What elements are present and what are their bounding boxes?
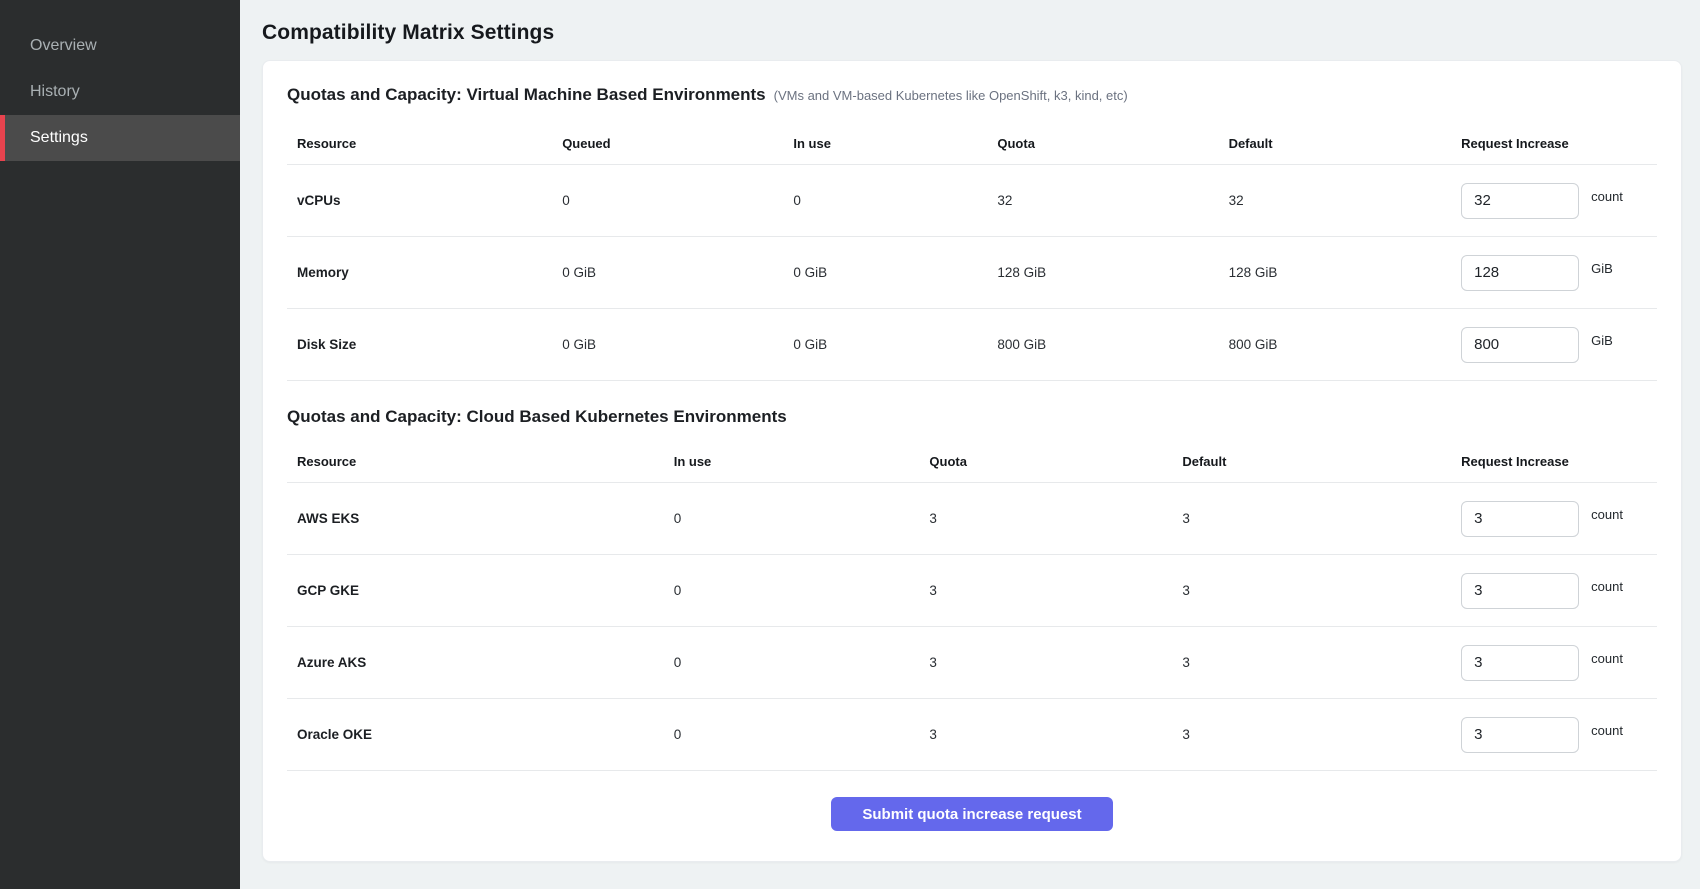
request-increase-cell: GiB	[1461, 255, 1657, 291]
column-header: Resource	[297, 136, 562, 151]
vm-section-header: Quotas and Capacity: Virtual Machine Bas…	[287, 85, 1657, 105]
default-value: 3	[1182, 655, 1461, 670]
in-use-value: 0 GiB	[793, 265, 997, 280]
request-increase-input[interactable]	[1461, 573, 1579, 609]
vm-section-subtitle: (VMs and VM-based Kubernetes like OpenSh…	[774, 88, 1128, 103]
column-header: In use	[674, 454, 930, 469]
table-header-row: ResourceIn useQuotaDefaultRequest Increa…	[287, 441, 1657, 483]
table-row: Azure AKS033count	[287, 627, 1657, 699]
default-value: 3	[1182, 727, 1461, 742]
table-row: AWS EKS033count	[287, 483, 1657, 555]
quota-value: 3	[929, 511, 1182, 526]
request-increase-input[interactable]	[1461, 327, 1579, 363]
cloud-quota-table: ResourceIn useQuotaDefaultRequest Increa…	[287, 441, 1657, 771]
unit-label: count	[1591, 651, 1623, 666]
request-increase-cell: count	[1461, 573, 1657, 609]
default-value: 3	[1182, 583, 1461, 598]
queued-value: 0	[562, 193, 793, 208]
resource-name: vCPUs	[297, 193, 562, 208]
resource-name: Disk Size	[297, 337, 562, 352]
sidebar-item-label: Overview	[30, 37, 97, 55]
request-increase-input[interactable]	[1461, 645, 1579, 681]
queued-value: 0 GiB	[562, 337, 793, 352]
submit-quota-increase-button[interactable]: Submit quota increase request	[831, 797, 1113, 831]
table-row: Memory0 GiB0 GiB128 GiB128 GiBGiB	[287, 237, 1657, 309]
in-use-value: 0 GiB	[793, 337, 997, 352]
column-header: Resource	[297, 454, 674, 469]
table-header-row: ResourceQueuedIn useQuotaDefaultRequest …	[287, 123, 1657, 165]
request-increase-input[interactable]	[1461, 255, 1579, 291]
request-increase-cell: count	[1461, 717, 1657, 753]
table-row: Disk Size0 GiB0 GiB800 GiB800 GiBGiB	[287, 309, 1657, 381]
sidebar-item-history[interactable]: History	[0, 69, 240, 115]
table-row: Oracle OKE033count	[287, 699, 1657, 771]
in-use-value: 0	[674, 583, 930, 598]
default-value: 128 GiB	[1229, 265, 1462, 280]
quota-value: 3	[929, 727, 1182, 742]
main-content: Compatibility Matrix Settings Quotas and…	[240, 0, 1700, 889]
request-increase-input[interactable]	[1461, 717, 1579, 753]
unit-label: count	[1591, 189, 1623, 204]
sidebar-item-settings[interactable]: Settings	[0, 115, 240, 161]
sidebar-item-label: History	[30, 83, 80, 101]
sidebar: Overview History Settings	[0, 0, 240, 889]
unit-label: GiB	[1591, 333, 1613, 348]
request-increase-cell: count	[1461, 645, 1657, 681]
in-use-value: 0	[793, 193, 997, 208]
quota-value: 32	[997, 193, 1228, 208]
request-increase-cell: GiB	[1461, 327, 1657, 363]
page-title: Compatibility Matrix Settings	[262, 21, 1682, 45]
queued-value: 0 GiB	[562, 265, 793, 280]
resource-name: GCP GKE	[297, 583, 674, 598]
quota-value: 800 GiB	[997, 337, 1228, 352]
in-use-value: 0	[674, 655, 930, 670]
cloud-section-header: Quotas and Capacity: Cloud Based Kuberne…	[287, 407, 1657, 427]
unit-label: count	[1591, 723, 1623, 738]
column-header: Request Increase	[1461, 454, 1657, 469]
sidebar-item-label: Settings	[30, 129, 88, 147]
column-header: Queued	[562, 136, 793, 151]
table-row: vCPUs003232count	[287, 165, 1657, 237]
resource-name: Memory	[297, 265, 562, 280]
unit-label: GiB	[1591, 261, 1613, 276]
column-header: Request Increase	[1461, 136, 1657, 151]
quota-value: 3	[929, 583, 1182, 598]
default-value: 3	[1182, 511, 1461, 526]
cloud-section-title: Quotas and Capacity: Cloud Based Kuberne…	[287, 407, 787, 427]
column-header: Quota	[997, 136, 1228, 151]
request-increase-input[interactable]	[1461, 183, 1579, 219]
request-increase-cell: count	[1461, 183, 1657, 219]
sidebar-item-overview[interactable]: Overview	[0, 23, 240, 69]
quota-value: 128 GiB	[997, 265, 1228, 280]
vm-section-title: Quotas and Capacity: Virtual Machine Bas…	[287, 85, 766, 105]
settings-card: Quotas and Capacity: Virtual Machine Bas…	[262, 60, 1682, 862]
table-row: GCP GKE033count	[287, 555, 1657, 627]
in-use-value: 0	[674, 511, 930, 526]
resource-name: Azure AKS	[297, 655, 674, 670]
column-header: Default	[1229, 136, 1462, 151]
column-header: In use	[793, 136, 997, 151]
request-increase-cell: count	[1461, 501, 1657, 537]
resource-name: Oracle OKE	[297, 727, 674, 742]
in-use-value: 0	[674, 727, 930, 742]
sidebar-nav: Overview History Settings	[0, 23, 240, 161]
default-value: 32	[1229, 193, 1462, 208]
vm-quota-table: ResourceQueuedIn useQuotaDefaultRequest …	[287, 123, 1657, 381]
column-header: Default	[1182, 454, 1461, 469]
card-footer: Submit quota increase request	[287, 771, 1657, 841]
request-increase-input[interactable]	[1461, 501, 1579, 537]
unit-label: count	[1591, 579, 1623, 594]
quota-value: 3	[929, 655, 1182, 670]
unit-label: count	[1591, 507, 1623, 522]
resource-name: AWS EKS	[297, 511, 674, 526]
default-value: 800 GiB	[1229, 337, 1462, 352]
column-header: Quota	[929, 454, 1182, 469]
